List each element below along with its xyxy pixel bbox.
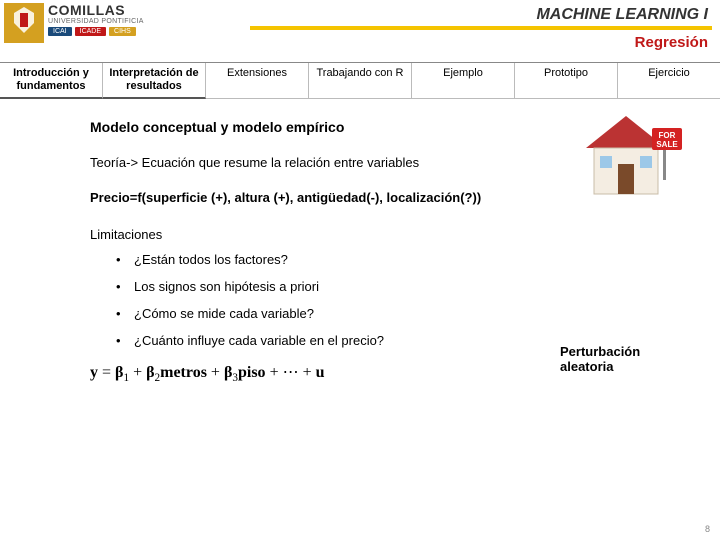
house-for-sale-image: FOR SALE	[566, 98, 686, 213]
tab-ejercicio[interactable]: Ejercicio	[618, 63, 720, 99]
badge-cihs: CIHS	[109, 27, 136, 36]
section-title: Regresión	[635, 34, 708, 51]
price-formula: Precio=f(superficie (+), altura (+), ant…	[90, 190, 630, 205]
tab-introduccion[interactable]: Introducción y fundamentos	[0, 63, 103, 99]
limitations-list: ¿Están todos los factores? Los signos so…	[90, 252, 630, 348]
limitations-title: Limitaciones	[90, 227, 630, 242]
badge-icai: ICAI	[48, 27, 72, 36]
svg-text:SALE: SALE	[656, 140, 678, 149]
list-item: ¿Cómo se mide cada variable?	[116, 306, 630, 321]
course-title: MACHINE LEARNING I	[536, 6, 708, 24]
theory-line: Teoría-> Ecuación que resume la relación…	[90, 155, 630, 170]
list-item: ¿Cuánto influye cada variable en el prec…	[116, 333, 630, 348]
list-item: ¿Están todos los factores?	[116, 252, 630, 267]
perturbation-label: Perturbación aleatoria	[560, 344, 680, 374]
tab-ejemplo[interactable]: Ejemplo	[412, 63, 515, 99]
tab-prototipo[interactable]: Prototipo	[515, 63, 618, 99]
slide-heading: Modelo conceptual y modelo empírico	[90, 119, 630, 135]
tab-trabajando-r[interactable]: Trabajando con R	[309, 63, 412, 99]
tab-extensiones[interactable]: Extensiones	[206, 63, 309, 99]
university-logo	[0, 0, 48, 58]
badge-icade: ICADE	[75, 27, 106, 36]
tab-interpretacion[interactable]: Interpretación de resultados	[103, 63, 206, 99]
tab-bar: Introducción y fundamentos Interpretació…	[0, 62, 720, 99]
list-item: Los signos son hipótesis a priori	[116, 279, 630, 294]
page-number: 8	[705, 524, 710, 534]
svg-text:FOR: FOR	[659, 131, 676, 140]
header-rule	[250, 26, 712, 30]
